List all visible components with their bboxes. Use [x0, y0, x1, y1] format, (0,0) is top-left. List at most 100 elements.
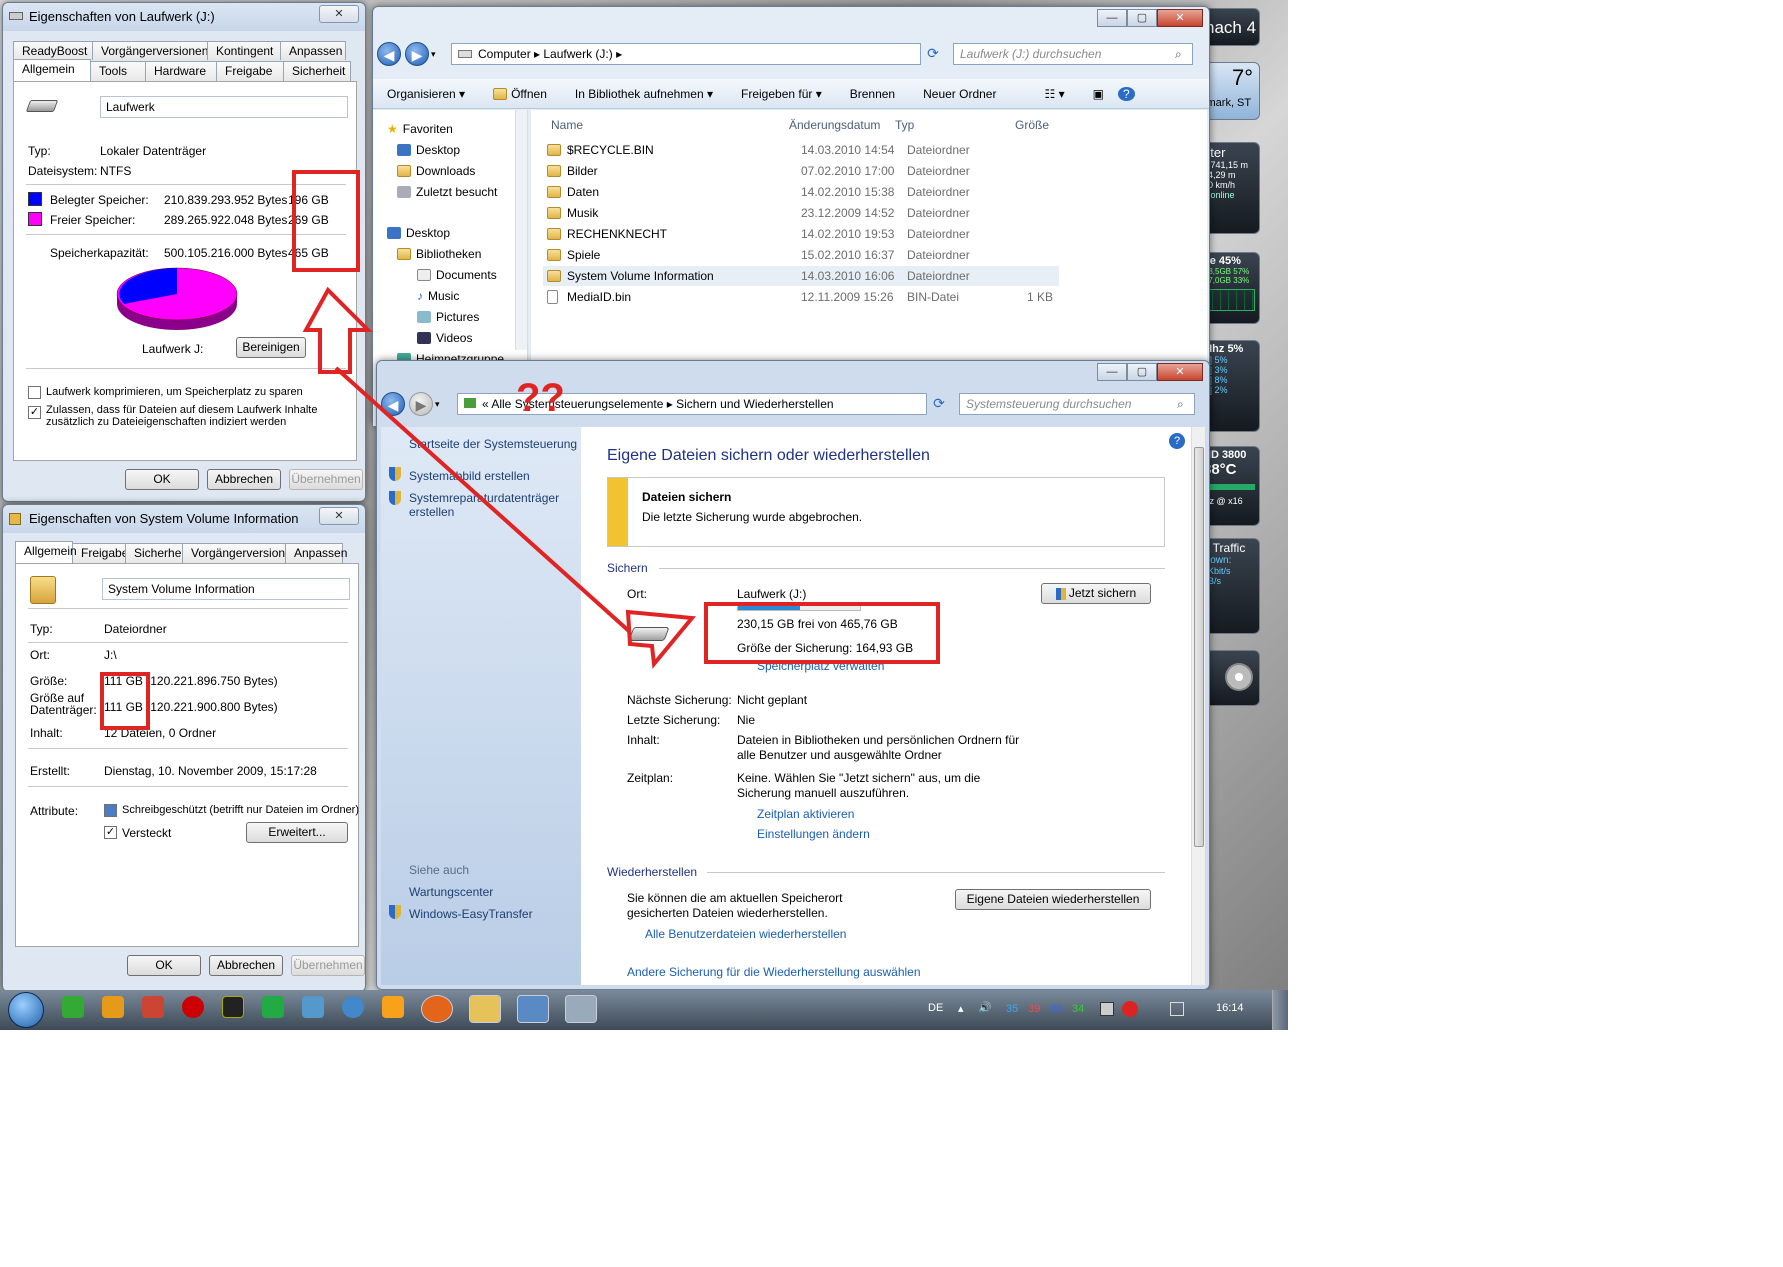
scrollbar-thumb[interactable] — [1194, 447, 1204, 847]
readonly-label: Schreibgeschützt (betrifft nur Dateien i… — [122, 804, 360, 816]
hidden-checkbox[interactable]: ✓ — [104, 826, 117, 839]
cpu-line: V7,0GB 33% — [1203, 276, 1250, 285]
temp-reading: 35 — [1006, 1003, 1019, 1015]
traffic-title: Traffic — [1212, 541, 1246, 555]
start-button[interactable] — [8, 992, 44, 1028]
search-icon: ⌕ — [1177, 397, 1184, 411]
close-button[interactable]: ✕ — [1157, 9, 1203, 27]
network-icon[interactable] — [1100, 1002, 1114, 1016]
weather-temperature: 7° — [1231, 65, 1253, 90]
show-hidden-icons[interactable]: ▴ — [958, 1002, 964, 1015]
language-indicator[interactable]: DE — [928, 1002, 943, 1014]
show-desktop-button[interactable] — [1272, 990, 1288, 1030]
minimize-button[interactable]: — — [1097, 9, 1127, 27]
help-icon[interactable]: ? — [1169, 433, 1185, 449]
created-label: Erstellt: — [30, 764, 71, 778]
mhz-line: C] 2% — [1203, 385, 1228, 395]
easy-transfer-link[interactable]: Windows-EasyTransfer — [409, 907, 533, 921]
column-header-size[interactable]: Größe — [1015, 118, 1049, 132]
readonly-checkbox[interactable] — [104, 804, 117, 817]
right-arrow — [625, 609, 696, 669]
app-icon[interactable] — [302, 996, 324, 1018]
backup-now-label: Jetzt sichern — [1068, 586, 1137, 600]
action-center-icon[interactable] — [1170, 1002, 1184, 1016]
size-on-disk-label-2: Datenträger: — [30, 703, 97, 717]
minimize-button[interactable]: — — [1097, 363, 1127, 381]
turn-on-schedule-link[interactable]: Zeitplan aktivieren — [757, 807, 854, 821]
app-icon[interactable] — [142, 996, 164, 1018]
hidden-label: Versteckt — [122, 826, 172, 840]
diagonal-line — [334, 366, 632, 634]
restore-my-files-button[interactable]: Eigene Dateien wiederherstellen — [955, 889, 1151, 910]
easy-transfer-icon — [389, 905, 401, 919]
help-icon[interactable]: ? — [1117, 86, 1135, 101]
temp-reading: 34 — [1072, 1003, 1085, 1015]
select-other-backup-link[interactable]: Andere Sicherung für die Wiederherstellu… — [627, 965, 921, 979]
app-icon[interactable] — [102, 996, 124, 1018]
cancel-button[interactable]: Abbrechen — [209, 955, 283, 976]
attributes-label: Attribute: — [30, 804, 79, 818]
last-backup-label: Letzte Sicherung: — [627, 713, 721, 727]
content-scrollbar[interactable] — [1191, 427, 1205, 985]
gpu-subtitle: Hz @ x16 — [1203, 496, 1243, 506]
contents-label: Inhalt: — [30, 726, 63, 740]
altimeter-line: 24,29 m — [1203, 170, 1236, 180]
gpu-bar — [1203, 484, 1255, 490]
divider — [28, 748, 348, 749]
altimeter-line: e online — [1203, 190, 1235, 200]
restore-all-users-link[interactable]: Alle Benutzerdateien wiederherstellen — [645, 927, 846, 941]
taskbar-apps — [62, 995, 597, 1023]
media-player-icon[interactable] — [382, 996, 404, 1018]
app-icon[interactable] — [565, 995, 597, 1023]
created-value: Dienstag, 10. November 2009, 15:17:28 — [104, 764, 317, 778]
schedule-value: Keine. Wählen Sie "Jetzt sichern" aus, u… — [737, 771, 981, 800]
backup-now-button[interactable]: Jetzt sichern — [1041, 583, 1151, 604]
divider — [28, 786, 348, 787]
ok-button[interactable]: OK — [127, 955, 201, 976]
annotation-arrows — [302, 286, 696, 669]
altimeter-title: eter — [1203, 145, 1226, 160]
gpu-title: HD 3800 — [1203, 449, 1247, 461]
question-marks: ?? — [516, 376, 565, 420]
volume-icon[interactable]: 🔊 — [978, 1001, 992, 1014]
restore-text: Sie können die am aktuellen Speicherort … — [627, 891, 843, 920]
app-icon[interactable] — [62, 996, 84, 1018]
maximize-button[interactable]: ▢ — [1127, 363, 1157, 381]
section-restore-heading: Wiederherstellen — [607, 865, 698, 879]
traffic-line: Down: — [1203, 555, 1232, 566]
opera-icon[interactable] — [182, 996, 204, 1018]
change-settings-link[interactable]: Einstellungen ändern — [757, 827, 870, 841]
shield-icon — [1055, 587, 1066, 600]
traffic-line: 0Kbit/s — [1203, 566, 1231, 576]
mhz-line: C] 3% — [1203, 365, 1228, 375]
view-options-icon[interactable]: ☷ ▾ — [1030, 87, 1078, 101]
contents-value: Dateien in Bibliotheken und persönlichen… — [737, 733, 1020, 762]
schedule-label: Zeitplan: — [627, 771, 674, 785]
maximize-button[interactable]: ▢ — [1127, 9, 1157, 27]
apply-button[interactable]: Übernehmen — [291, 955, 365, 976]
mhz-line: C] 5% — [1203, 355, 1228, 365]
firefox-icon[interactable] — [421, 995, 453, 1023]
control-panel-taskbar-icon[interactable] — [517, 995, 549, 1023]
app-icon[interactable] — [342, 996, 364, 1018]
window-caption-buttons: — ▢ ✕ — [1097, 9, 1203, 29]
window-caption-buttons: — ▢ ✕ — [1097, 363, 1203, 383]
mhz-title: Mhz 5% — [1203, 343, 1244, 355]
disc-icon — [1225, 663, 1253, 691]
search-icon: ⌕ — [1175, 47, 1182, 61]
app-icon[interactable] — [262, 996, 284, 1018]
clock[interactable]: 16:14 — [1216, 1002, 1244, 1014]
app-icon[interactable] — [222, 996, 244, 1018]
action-center-link[interactable]: Wartungscenter — [409, 885, 493, 899]
cpu-line: V3,5GB 57% — [1203, 267, 1250, 276]
cpu-graph — [1203, 289, 1255, 311]
antivirus-icon[interactable] — [1122, 1001, 1138, 1017]
explorer-taskbar-icon[interactable] — [469, 995, 501, 1023]
traffic-line: 0B/s — [1203, 576, 1222, 586]
file-size: 1 KB — [1027, 290, 1054, 304]
taskbar: DE ▴ 🔊 35 39 39 34 16:14 — [0, 990, 1288, 1030]
preview-pane-icon[interactable]: ▣ — [1079, 87, 1118, 101]
cpu-title: ge 45% — [1203, 255, 1241, 267]
close-button[interactable]: ✕ — [1157, 363, 1203, 381]
advanced-button[interactable]: Erweitert... — [246, 822, 348, 843]
